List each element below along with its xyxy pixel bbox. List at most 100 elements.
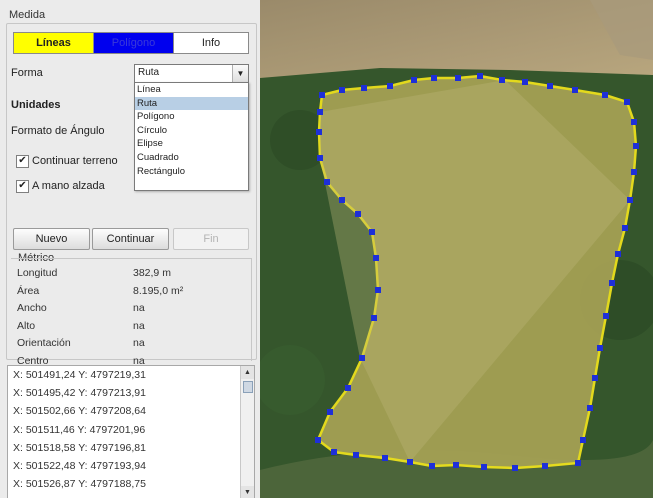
metrico-value: na — [133, 302, 145, 314]
metrico-key: Alto — [17, 319, 36, 332]
vertex-marker[interactable] — [512, 465, 518, 471]
coordinate-line[interactable]: X: 501495,42 Y: 4797213,91 — [8, 384, 254, 402]
coordinate-line[interactable]: X: 501522,48 Y: 4797193,94 — [8, 457, 254, 475]
vertex-marker[interactable] — [624, 99, 630, 105]
vertex-marker[interactable] — [373, 255, 379, 261]
vertex-marker[interactable] — [407, 459, 413, 465]
vertex-marker[interactable] — [317, 155, 323, 161]
chevron-down-icon[interactable]: ▼ — [232, 65, 248, 82]
vertex-marker[interactable] — [324, 179, 330, 185]
metrico-key: Ancho — [17, 302, 47, 314]
top-field — [260, 0, 653, 78]
mano-alzada-checkbox[interactable]: ✔ — [16, 180, 29, 193]
forma-option[interactable]: Polígono — [135, 110, 248, 124]
vertex-marker[interactable] — [499, 77, 505, 83]
nuevo-button[interactable]: Nuevo — [13, 228, 90, 250]
vertex-marker[interactable] — [481, 464, 487, 470]
metrico-row: Orientación na — [17, 335, 247, 352]
forma-option[interactable]: Elipse — [135, 137, 248, 151]
vertex-marker[interactable] — [359, 355, 365, 361]
vertex-marker[interactable] — [542, 463, 548, 469]
vertex-marker[interactable] — [455, 75, 461, 81]
vertex-marker[interactable] — [522, 79, 528, 85]
vertex-marker[interactable] — [609, 280, 615, 286]
metrico-value: na — [133, 319, 145, 332]
metrico-key: Área — [17, 284, 40, 297]
angulo-label: Formato de Ángulo — [11, 125, 105, 137]
satellite-map[interactable] — [260, 0, 653, 498]
vertex-marker[interactable] — [355, 211, 361, 217]
vertex-marker[interactable] — [633, 143, 639, 149]
continuar-button[interactable]: Continuar — [92, 228, 169, 250]
scroll-up-icon[interactable]: ▲ — [241, 366, 254, 379]
group-title-medida: Medida — [9, 9, 46, 21]
vertex-marker[interactable] — [375, 287, 381, 293]
forma-dropdown-list: Línea Ruta Polígono Círculo Elipse Cuadrado Re… — [134, 82, 249, 191]
tab-info-label: Info — [201, 37, 221, 49]
vertex-marker[interactable] — [572, 87, 578, 93]
scroll-thumb[interactable] — [243, 381, 253, 393]
unidades-label: Unidades — [11, 99, 61, 111]
vertex-marker[interactable] — [371, 315, 377, 321]
vertex-marker[interactable] — [627, 197, 633, 203]
continuar-terreno-checkbox[interactable]: ✔ — [16, 155, 29, 168]
vertex-marker[interactable] — [387, 83, 393, 89]
vertex-marker[interactable] — [575, 460, 581, 466]
vertex-marker[interactable] — [382, 455, 388, 461]
vertex-marker[interactable] — [580, 437, 586, 443]
coordinate-line[interactable]: X: 501491,24 Y: 4797219,31 — [8, 366, 254, 384]
metrico-value: na — [133, 337, 145, 349]
tab-poligono[interactable]: Polígono — [93, 32, 174, 54]
vertex-marker[interactable] — [631, 169, 637, 175]
forma-option[interactable]: Ruta — [135, 96, 248, 111]
map-canvas[interactable] — [260, 0, 653, 498]
forma-option[interactable]: Círculo — [135, 124, 248, 138]
forma-option[interactable]: Línea — [135, 83, 248, 97]
forma-option[interactable]: Rectángulo — [135, 165, 248, 179]
forma-select[interactable]: Ruta ▼ — [134, 64, 249, 83]
vertex-marker[interactable] — [331, 449, 337, 455]
vertex-marker[interactable] — [587, 405, 593, 411]
vertex-marker[interactable] — [453, 462, 459, 468]
vertex-marker[interactable] — [316, 129, 322, 135]
vertex-marker[interactable] — [592, 375, 598, 381]
vertex-marker[interactable] — [319, 92, 325, 98]
vertex-marker[interactable] — [339, 197, 345, 203]
tab-lineas[interactable]: Líneas — [13, 32, 94, 54]
vertex-marker[interactable] — [345, 385, 351, 391]
vertex-marker[interactable] — [477, 73, 483, 79]
coordinates-list[interactable]: X: 501491,24 Y: 4797219,31 X: 501495,42 Y… — [7, 365, 255, 498]
coordinates-scrollbar[interactable]: ▲ ▼ — [240, 366, 254, 498]
vertex-marker[interactable] — [597, 345, 603, 351]
vertex-marker[interactable] — [317, 109, 323, 115]
vertex-marker[interactable] — [327, 409, 333, 415]
coordinate-line[interactable]: X: 501511,46 Y: 4797201,96 — [8, 421, 254, 439]
vertex-marker[interactable] — [547, 83, 553, 89]
metrico-row: Alto na — [17, 318, 247, 335]
vertex-marker[interactable] — [361, 85, 367, 91]
vertex-marker[interactable] — [353, 452, 359, 458]
scroll-down-icon[interactable]: ▼ — [241, 486, 254, 498]
vertex-marker[interactable] — [431, 75, 437, 81]
coordinate-line[interactable]: X: 501502,66 Y: 4797208,64 — [8, 402, 254, 420]
vertex-marker[interactable] — [369, 229, 375, 235]
metrico-row: Longitud 382,9 m — [17, 265, 247, 282]
vertex-marker[interactable] — [315, 437, 321, 443]
forma-option[interactable]: Cuadrado — [135, 151, 248, 165]
vertex-marker[interactable] — [411, 77, 417, 83]
vertex-marker[interactable] — [339, 87, 345, 93]
vertex-marker[interactable] — [603, 313, 609, 319]
metrico-value: 382,9 m — [133, 267, 171, 279]
vertex-marker[interactable] — [631, 119, 637, 125]
vertex-marker[interactable] — [602, 92, 608, 98]
coordinate-line[interactable]: X: 501518,58 Y: 4797196,81 — [8, 439, 254, 457]
coordinates-lines: X: 501491,24 Y: 4797219,31 X: 501495,42 Y… — [8, 366, 254, 493]
coordinate-line[interactable]: X: 501526,87 Y: 4797188,75 — [8, 475, 254, 493]
metrico-row: Área 8.195,0 m² — [17, 283, 247, 300]
vertex-marker[interactable] — [615, 251, 621, 257]
vertex-marker[interactable] — [429, 463, 435, 469]
forma-select-value: Ruta — [138, 67, 160, 78]
fin-button[interactable]: Fin — [173, 228, 249, 250]
vertex-marker[interactable] — [622, 225, 628, 231]
tab-info[interactable]: Info — [173, 32, 249, 54]
